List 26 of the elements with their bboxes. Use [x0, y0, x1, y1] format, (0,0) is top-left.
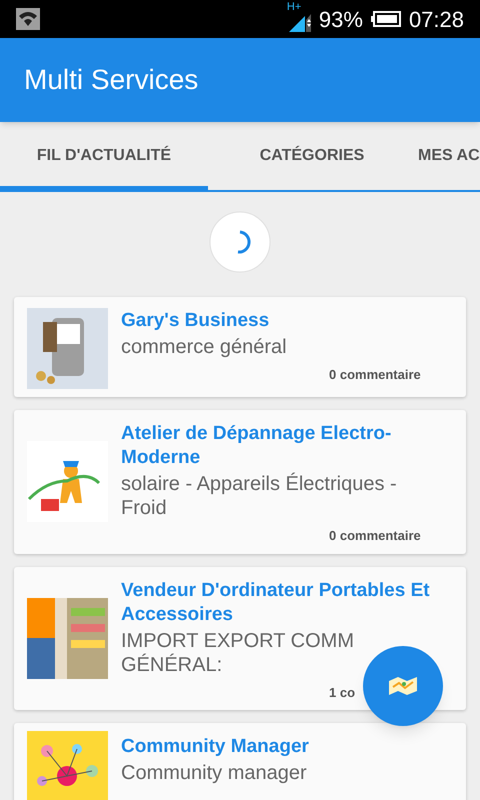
network-type: H+: [286, 2, 302, 13]
post-card[interactable]: Gary's Business commerce général 0 commentaire: [14, 297, 466, 397]
post-card[interactable]: Community Manager Community manager: [14, 723, 466, 800]
map-icon: [389, 675, 417, 697]
post-title: Community Manager: [121, 735, 309, 759]
tab[interactable]: CATÉGORIES: [208, 122, 416, 190]
post-card[interactable]: Atelier de Dépannage Electro-Moderne solaire - Appareils Électriques - Froid 0 commentaire: [14, 410, 466, 554]
comment-count: 0 commentaire: [329, 366, 421, 384]
post-title: Vendeur D'ordinateur Portables Et Accessoires: [121, 578, 431, 626]
post-description: IMPORT EXPORT COMM GÉNÉRAL:: [121, 628, 354, 676]
wifi-icon: [16, 8, 40, 30]
post-description: Community manager: [121, 761, 307, 785]
battery-percent: 93%: [318, 6, 363, 34]
comment-count: 1 co: [329, 684, 356, 702]
app-title: Multi Services: [24, 63, 198, 97]
signal-icon: [288, 14, 311, 32]
tab[interactable]: FIL D'ACTUALITÉ: [0, 122, 208, 190]
post-title: Atelier de Dépannage Electro-Moderne: [121, 422, 392, 470]
clock: 07:28: [408, 6, 464, 34]
post-card[interactable]: Vendeur D'ordinateur Portables Et Accessoires IMPORT EXPORT COMM GÉNÉRAL: 1 co: [14, 566, 466, 710]
tab[interactable]: MES AC: [416, 122, 480, 190]
battery-icon: [370, 11, 401, 27]
post-description: solaire - Appareils Électriques - Froid: [121, 472, 397, 520]
post-title: Gary's Business: [121, 309, 270, 333]
comment-count: 0 commentaire: [329, 527, 421, 545]
post-description: commerce général: [121, 335, 287, 359]
